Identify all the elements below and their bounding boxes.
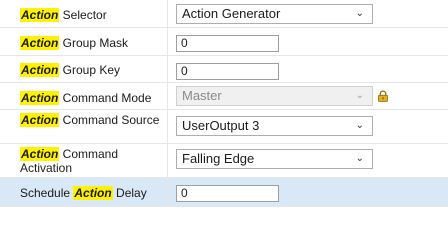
property-grid: Action Selector Action Generator ⌄ Actio… xyxy=(0,0,448,207)
action-command-source-dropdown[interactable]: UserOutput 3 ⌄ xyxy=(176,116,373,136)
property-label-action-group-key: Action Group Key xyxy=(20,63,121,77)
property-label-cell: Action Command Mode xyxy=(0,83,168,109)
action-group-key-input[interactable]: 0 xyxy=(176,63,279,80)
property-label-schedule-action-delay: Schedule Action Delay xyxy=(20,186,147,200)
highlight-match: Action xyxy=(20,63,60,77)
property-value-cell: Falling Edge ⌄ xyxy=(168,144,448,177)
property-label-action-command-activation: Action Command Activation xyxy=(20,147,119,175)
action-selector-dropdown[interactable]: Action Generator ⌄ xyxy=(176,4,373,24)
property-row-action-group-mask: Action Group Mask 0 xyxy=(0,28,448,56)
property-value-cell: 0 xyxy=(168,178,448,206)
property-label-action-command-mode: Action Command Mode xyxy=(20,91,152,105)
chevron-down-icon[interactable]: ⌄ xyxy=(356,150,364,168)
action-command-activation-dropdown[interactable]: Falling Edge ⌄ xyxy=(176,149,373,169)
property-row-action-command-mode: Action Command Mode Master ⌄ xyxy=(0,83,448,110)
chevron-down-icon: ⌄ xyxy=(355,90,364,101)
property-label-cell: Schedule Action Delay xyxy=(0,178,168,206)
highlight-match: Action xyxy=(20,147,60,161)
action-command-mode-dropdown: Master ⌄ xyxy=(176,86,373,106)
property-label-cell: Action Command Activation xyxy=(0,144,168,177)
property-label-cell: Action Command Source xyxy=(0,110,168,143)
highlight-match: Action xyxy=(20,8,60,22)
chevron-down-icon[interactable]: ⌄ xyxy=(356,5,364,23)
lock-icon xyxy=(378,90,388,102)
property-value-cell: 0 xyxy=(168,28,448,55)
action-command-activation-value: Falling Edge xyxy=(182,151,255,166)
property-value-cell: UserOutput 3 ⌄ xyxy=(168,110,448,143)
highlight-match: Action xyxy=(20,36,60,50)
property-label-cell: Action Selector xyxy=(0,0,168,27)
property-row-schedule-action-delay[interactable]: Schedule Action Delay 0 xyxy=(0,178,448,207)
property-value-cell: 0 xyxy=(168,56,448,82)
property-label-cell: Action Group Mask xyxy=(0,28,168,55)
property-value-cell: Action Generator ⌄ xyxy=(168,0,448,27)
property-row-action-command-source: Action Command Source UserOutput 3 ⌄ xyxy=(0,110,448,144)
chevron-down-icon[interactable]: ⌄ xyxy=(356,117,364,135)
property-row-action-selector: Action Selector Action Generator ⌄ xyxy=(0,0,448,28)
highlight-match: Action xyxy=(73,186,113,200)
property-label-action-command-source: Action Command Source xyxy=(20,113,160,127)
highlight-match: Action xyxy=(20,113,60,127)
schedule-action-delay-input[interactable]: 0 xyxy=(176,185,279,202)
property-label-action-selector: Action Selector xyxy=(20,8,107,22)
property-label-action-group-mask: Action Group Mask xyxy=(20,36,129,50)
action-command-source-value: UserOutput 3 xyxy=(182,118,260,133)
action-selector-value: Action Generator xyxy=(182,6,281,21)
action-group-mask-input[interactable]: 0 xyxy=(176,35,279,52)
property-row-action-group-key: Action Group Key 0 xyxy=(0,56,448,83)
property-label-cell: Action Group Key xyxy=(0,56,168,82)
property-value-cell: Master ⌄ xyxy=(168,83,448,109)
highlight-match: Action xyxy=(20,91,60,105)
action-command-mode-value: Master xyxy=(182,88,222,103)
property-row-action-command-activation: Action Command Activation Falling Edge ⌄ xyxy=(0,144,448,178)
